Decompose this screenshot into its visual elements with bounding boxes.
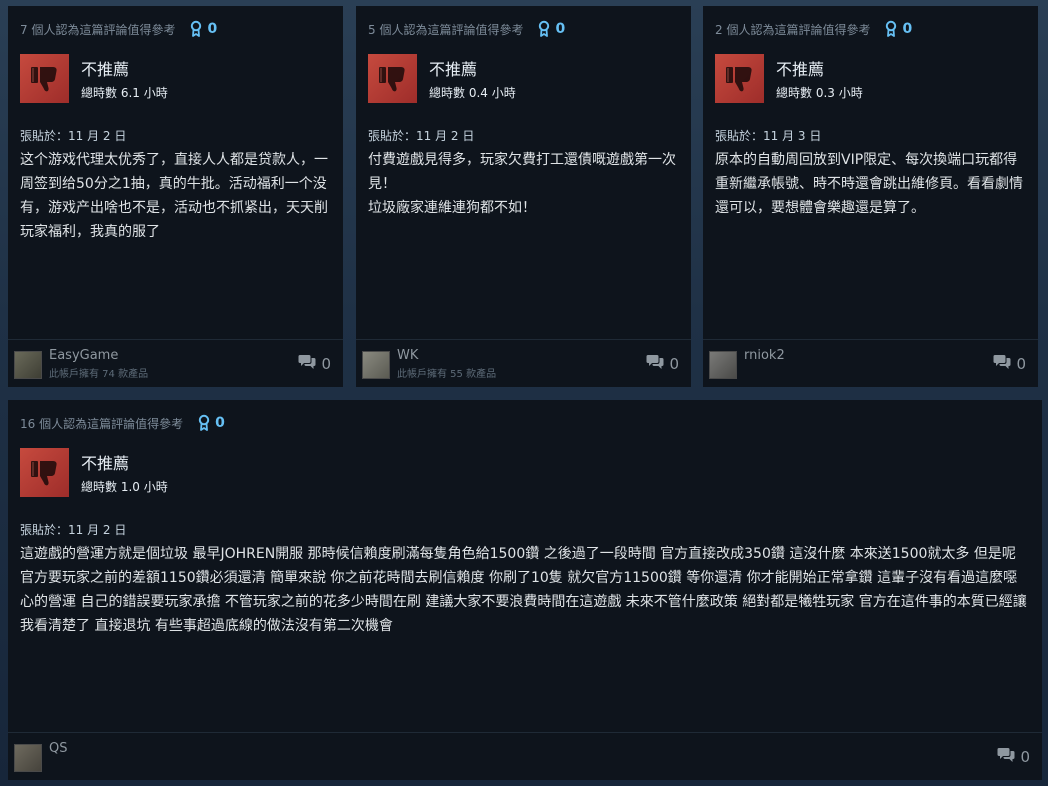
verdict-block[interactable]: 不推薦 總時數 1.0 小時: [20, 448, 1030, 497]
posted-date: 張貼於：11 月 2 日: [20, 129, 127, 143]
avatar[interactable]: [14, 351, 42, 379]
comment-button[interactable]: 0: [646, 354, 679, 374]
verdict-title: 不推薦: [429, 60, 478, 79]
review-body[interactable]: 付費遊戲見得多，玩家欠費打工還債嘅遊戲第一次見！ 垃圾廠家連維連狗都不如！: [368, 148, 679, 220]
thumbs-down-icon[interactable]: [715, 54, 764, 103]
user-name[interactable]: EasyGame: [49, 348, 148, 363]
review-body[interactable]: 原本的自動周回放到VIP限定、每次換端口玩都得重新繼承帳號、時不時還會跳出維修頁…: [715, 148, 1026, 220]
playtime-hours: 總時數 0.4 小時: [429, 86, 516, 100]
comment-button[interactable]: 0: [993, 354, 1026, 374]
thumbs-down-icon[interactable]: [20, 54, 69, 103]
user-name[interactable]: rniok2: [744, 348, 785, 363]
helpful-text: 16 個人認為這篇評論值得參考: [20, 416, 184, 431]
thumbs-down-icon[interactable]: [368, 54, 417, 103]
review-footer: EasyGame 此帳戶擁有 74 款產品 0: [8, 339, 343, 387]
helpful-count-row: 5 個人認為這篇評論值得參考 0: [368, 20, 679, 38]
review-body[interactable]: 這遊戲的營運方就是個垃圾 最早JOHREN開服 那時候信賴度刷滿每隻角色給150…: [20, 542, 1030, 638]
comment-button[interactable]: 0: [997, 747, 1030, 767]
verdict-block[interactable]: 不推薦 總時數 0.3 小時: [715, 54, 1026, 103]
user-name[interactable]: WK: [397, 348, 496, 363]
user-products: 此帳戶擁有 74 款產品: [49, 369, 149, 380]
comment-count: 0: [1020, 748, 1030, 766]
award-count: 0: [207, 21, 218, 37]
user-products: 此帳戶擁有 55 款產品: [397, 369, 497, 380]
helpful-text: 5 個人認為這篇評論值得參考: [368, 22, 524, 37]
award-ribbon-icon[interactable]: [884, 20, 898, 38]
helpful-count-row: 2 個人認為這篇評論值得參考 0: [715, 20, 1026, 38]
avatar[interactable]: [362, 351, 390, 379]
thumbs-down-icon[interactable]: [20, 448, 69, 497]
review-body[interactable]: 这个游戏代理太优秀了，直接人人都是贷款人，一周签到给50分之1抽，真的牛批。活动…: [20, 148, 331, 244]
comment-bubble-icon: [997, 747, 1015, 767]
helpful-text: 2 個人認為這篇評論值得參考: [715, 22, 871, 37]
award-count: 0: [555, 21, 566, 37]
award-ribbon-icon[interactable]: [189, 20, 203, 38]
helpful-text: 7 個人認為這篇評論值得參考: [20, 22, 176, 37]
comment-bubble-icon: [646, 354, 664, 374]
award-ribbon-icon[interactable]: [537, 20, 551, 38]
avatar[interactable]: [14, 744, 42, 772]
verdict-block[interactable]: 不推薦 總時數 0.4 小時: [368, 54, 679, 103]
review-card: 5 個人認為這篇評論值得參考 0 不推薦 總時數 0.4 小時 張貼於：11 月…: [356, 6, 691, 387]
posted-date: 張貼於：11 月 3 日: [715, 129, 822, 143]
posted-date: 張貼於：11 月 2 日: [368, 129, 475, 143]
avatar[interactable]: [709, 351, 737, 379]
award-count: 0: [215, 415, 225, 431]
comment-count: 0: [1016, 355, 1026, 373]
helpful-count-row: 16 個人認為這篇評論值得參考 0: [20, 414, 1030, 432]
verdict-title: 不推薦: [81, 454, 130, 473]
award-ribbon-icon[interactable]: [197, 414, 211, 432]
review-footer: rniok2 0: [703, 339, 1038, 387]
comment-count: 0: [321, 355, 331, 373]
verdict-block[interactable]: 不推薦 總時數 6.1 小時: [20, 54, 331, 103]
review-footer: QS 0: [8, 732, 1042, 780]
comment-bubble-icon: [298, 354, 316, 374]
comment-bubble-icon: [993, 354, 1011, 374]
review-card: 2 個人認為這篇評論值得參考 0 不推薦 總時數 0.3 小時 張貼於：11 月…: [703, 6, 1038, 387]
review-footer: WK 此帳戶擁有 55 款產品 0: [356, 339, 691, 387]
posted-date: 張貼於：11 月 2 日: [20, 523, 127, 537]
playtime-hours: 總時數 1.0 小時: [81, 480, 168, 494]
review-card: 16 個人認為這篇評論值得參考 0 不推薦 總時數 1.0 小時 張貼於：11 …: [8, 400, 1042, 780]
helpful-count-row: 7 個人認為這篇評論值得參考 0: [20, 20, 331, 38]
user-name[interactable]: QS: [49, 741, 67, 756]
award-count: 0: [902, 21, 913, 37]
comment-button[interactable]: 0: [298, 354, 331, 374]
playtime-hours: 總時數 6.1 小時: [81, 86, 168, 100]
playtime-hours: 總時數 0.3 小時: [776, 86, 863, 100]
verdict-title: 不推薦: [81, 60, 130, 79]
review-card: 7 個人認為這篇評論值得參考 0 不推薦 總時數 6.1 小時 張貼於：11 月…: [8, 6, 343, 387]
verdict-title: 不推薦: [776, 60, 825, 79]
comment-count: 0: [669, 355, 679, 373]
